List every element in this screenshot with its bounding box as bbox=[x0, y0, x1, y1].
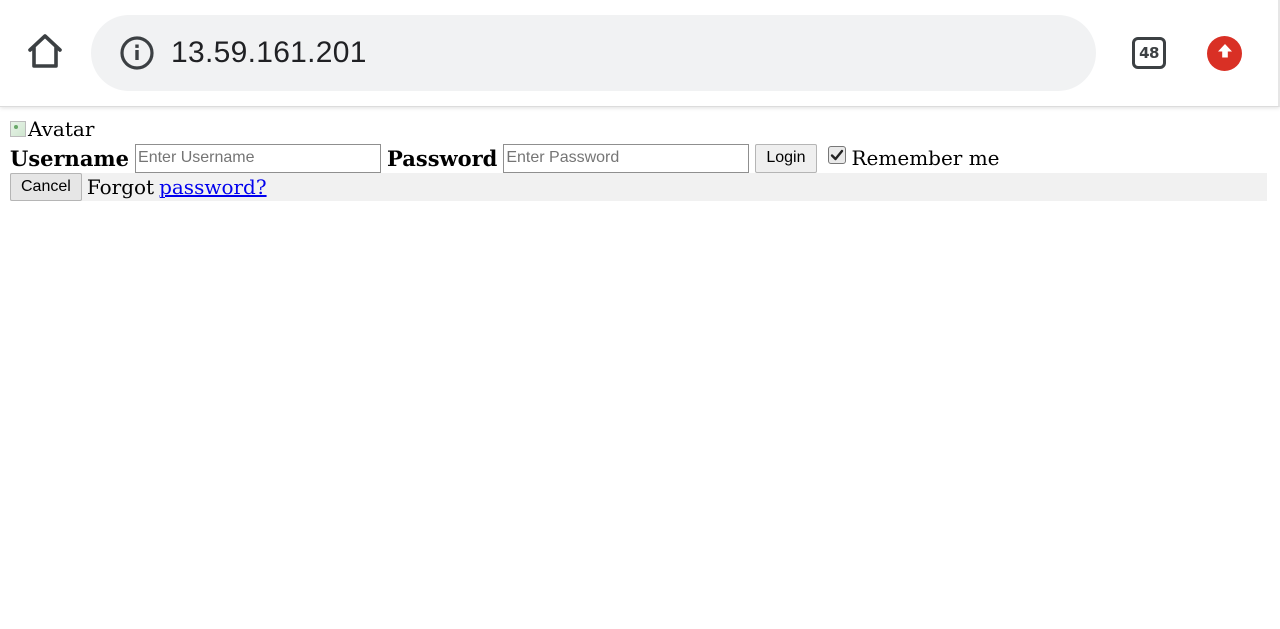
home-icon bbox=[25, 31, 65, 76]
avatar: Avatar bbox=[10, 116, 1267, 142]
remember-me-label: Remember me bbox=[851, 146, 1000, 170]
login-button[interactable]: Login bbox=[755, 143, 817, 173]
info-icon[interactable] bbox=[119, 35, 155, 71]
forgot-text: Forgot bbox=[86, 175, 155, 199]
address-bar[interactable]: 13.59.161.201 bbox=[91, 15, 1096, 91]
password-label: Password bbox=[387, 145, 498, 171]
username-input[interactable] bbox=[135, 143, 382, 173]
cancel-button[interactable]: Cancel bbox=[10, 173, 82, 201]
remember-me-checkbox[interactable] bbox=[827, 146, 846, 164]
tab-counter-button[interactable]: 48 bbox=[1132, 37, 1166, 69]
checkmark-icon bbox=[830, 149, 843, 161]
password-input[interactable] bbox=[503, 143, 750, 173]
url-text[interactable]: 13.59.161.201 bbox=[171, 36, 367, 70]
broken-image-icon bbox=[10, 121, 26, 137]
avatar-alt-text: Avatar bbox=[28, 117, 95, 141]
update-button[interactable] bbox=[1207, 36, 1242, 71]
update-arrow-icon bbox=[1215, 41, 1235, 66]
home-button[interactable] bbox=[24, 32, 66, 74]
tab-count: 48 bbox=[1139, 44, 1159, 62]
username-label: Username bbox=[10, 145, 130, 171]
form-footer: Cancel Forgot password? bbox=[10, 173, 1267, 201]
browser-toolbar: 13.59.161.201 48 bbox=[0, 0, 1280, 107]
forgot-password-link[interactable]: password? bbox=[159, 175, 267, 199]
login-form-row: Username Password Login Remember me bbox=[10, 143, 1267, 173]
login-page: Avatar Username Password Login Remember … bbox=[10, 116, 1267, 201]
